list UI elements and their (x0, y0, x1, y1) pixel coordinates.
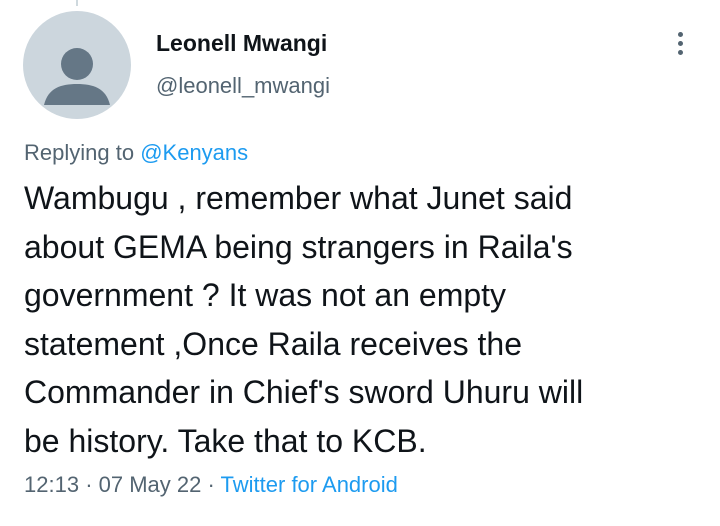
tweet-metadata: 12:13 · 07 May 22 · Twitter for Android (24, 472, 398, 498)
meta-separator: · (85, 472, 93, 497)
tweet-text: Wambugu , remember what Junet said about… (24, 174, 704, 465)
replying-to-line: Replying to @Kenyans (24, 140, 248, 166)
reply-mention-link[interactable]: @Kenyans (140, 140, 248, 165)
tweet-text-line: government ? It was not an empty (24, 277, 507, 313)
avatar[interactable] (23, 11, 131, 119)
tweet-source-link[interactable]: Twitter for Android (221, 472, 398, 497)
tweet-text-line: be history. Take that to KCB. (24, 422, 427, 459)
tweet-time-link[interactable]: 12:13 (24, 472, 79, 497)
replying-to-label: Replying to (24, 140, 135, 165)
tweet-text-line: Commander in Chief's sword Uhuru will (24, 374, 584, 410)
author-handle[interactable]: @leonell_mwangi (156, 73, 330, 99)
tweet-text-line: about GEMA being strangers in Raila's (24, 228, 573, 265)
author-display-name[interactable]: Leonell Mwangi (156, 30, 327, 57)
default-profile-silhouette-icon (44, 48, 110, 105)
tweet-date-link[interactable]: 07 May 22 (99, 472, 202, 497)
tweet-text-line: Wambugu , remember what Junet said (24, 180, 573, 216)
more-vertical-icon (677, 31, 683, 37)
tweet-text-line: statement ,Once Raila receives the (24, 325, 523, 362)
thread-connector-line (76, 0, 78, 6)
meta-separator: · (207, 472, 215, 497)
more-vertical-icon-dot (677, 40, 683, 46)
more-options-button[interactable] (668, 26, 692, 60)
more-vertical-icon-dot (677, 49, 683, 55)
